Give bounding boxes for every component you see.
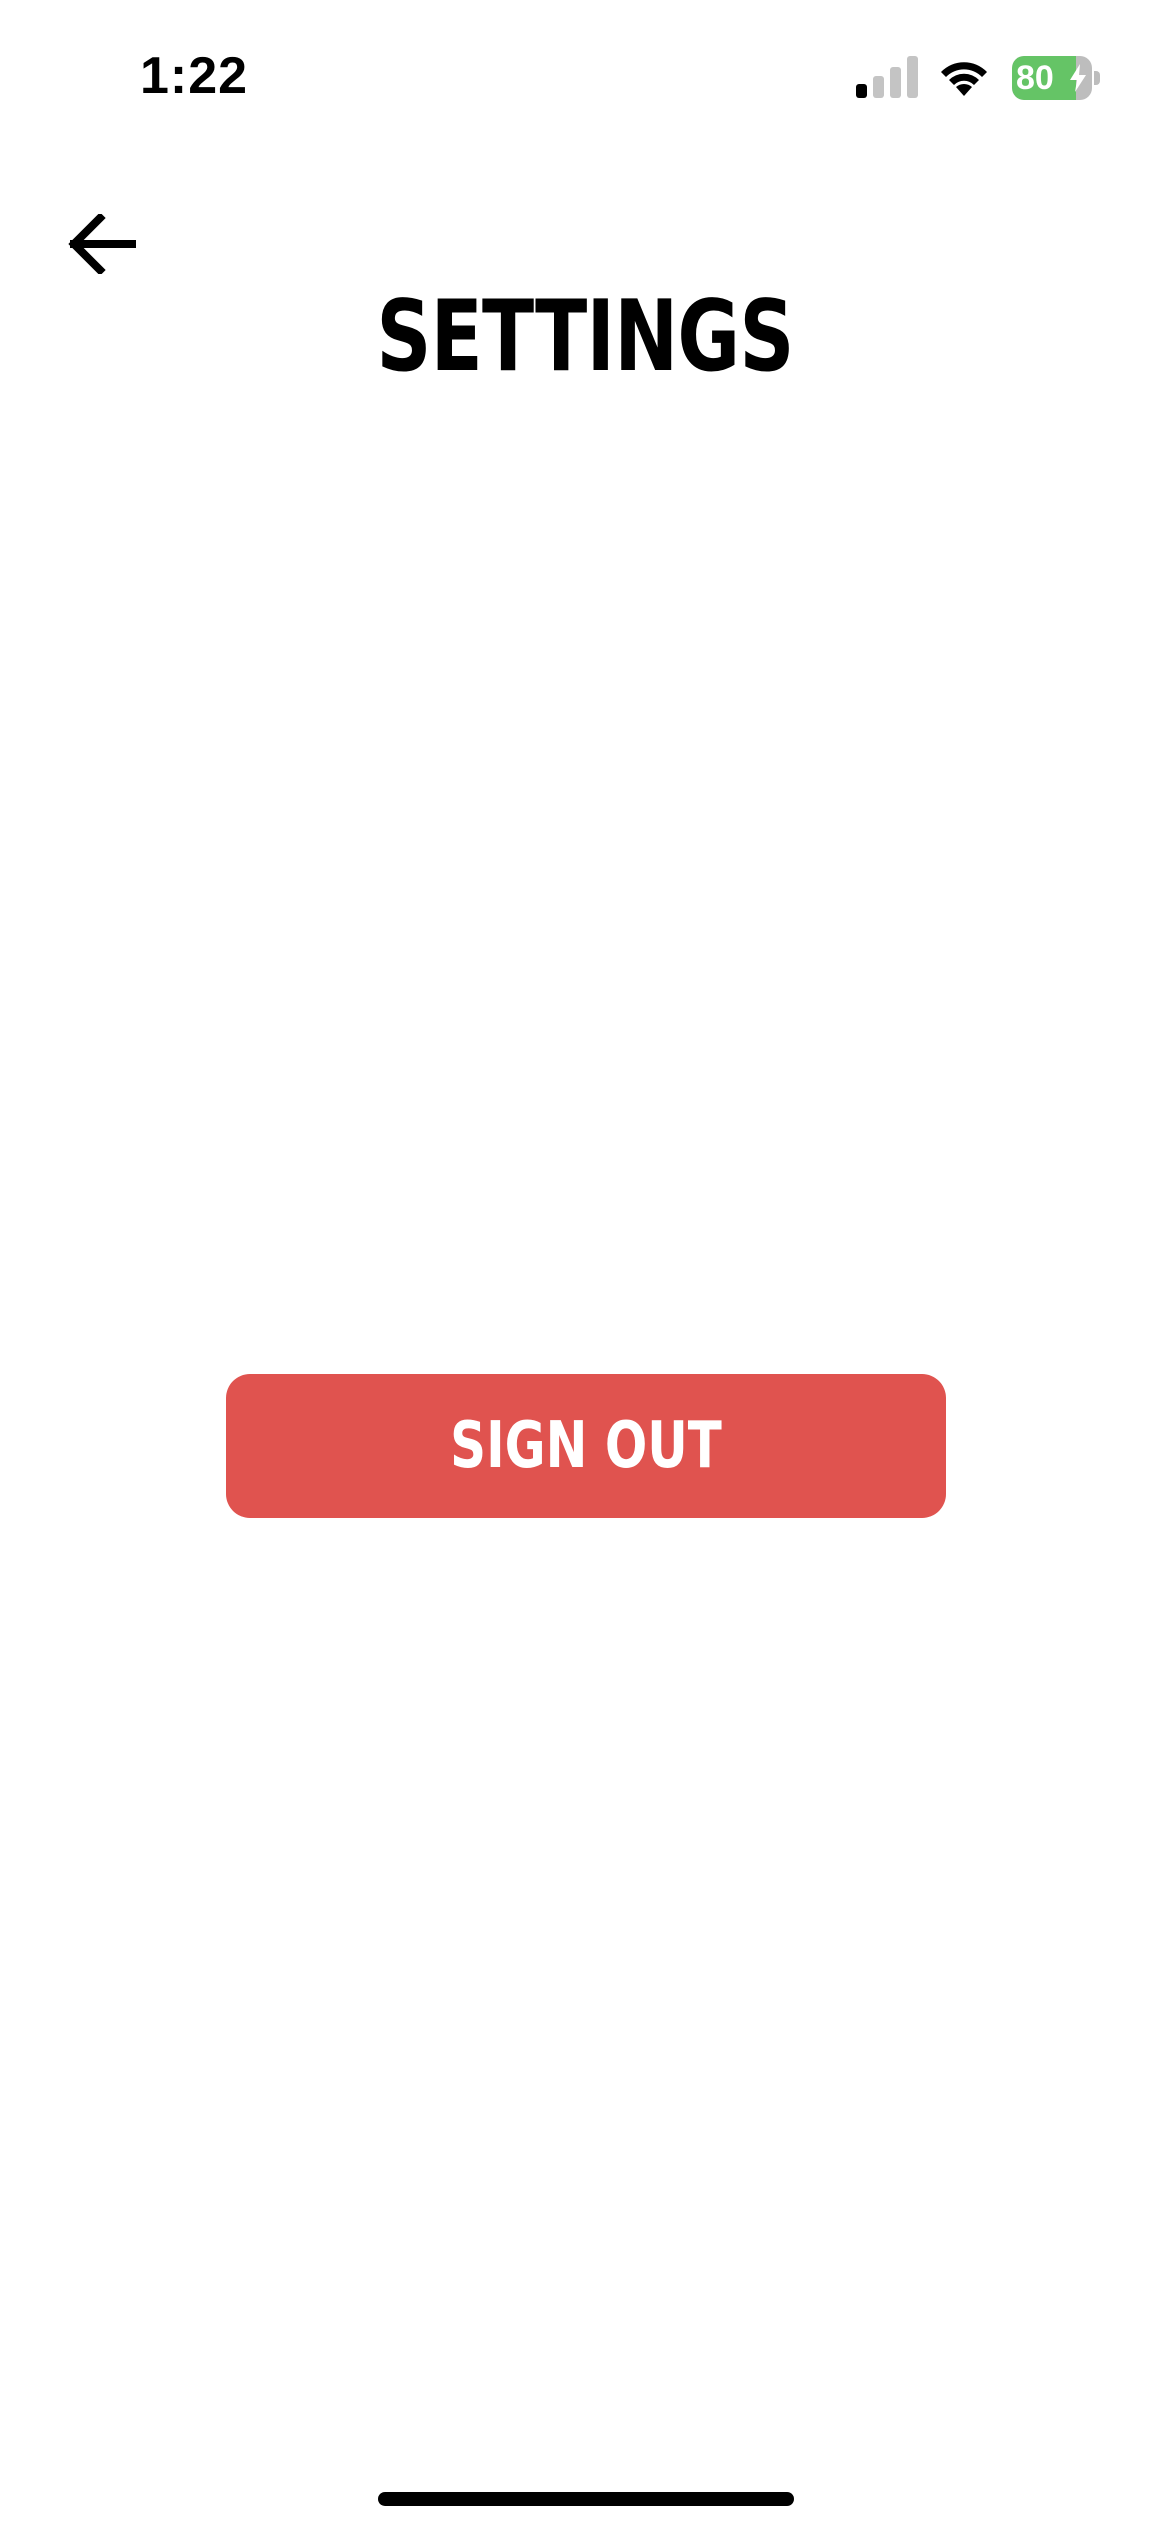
signal-bar-4 (907, 56, 918, 98)
arrow-left-icon (68, 214, 136, 274)
status-time: 1:22 (140, 47, 249, 105)
status-bar: 1:22 80 (0, 0, 1170, 150)
settings-screen: 1:22 80 SETTINGS SIGN OUT (0, 0, 1170, 2532)
charging-bolt-icon (1070, 64, 1086, 92)
signal-bar-1 (856, 84, 867, 98)
sign-out-button[interactable]: SIGN OUT (226, 1374, 946, 1518)
battery-percent: 80 (1016, 59, 1054, 97)
sign-out-label: SIGN OUT (450, 1409, 722, 1483)
page-title: SETTINGS (376, 280, 794, 394)
back-button[interactable] (56, 196, 152, 292)
signal-bar-2 (873, 76, 884, 98)
battery-body: 80 (1012, 56, 1092, 100)
wifi-icon (941, 62, 987, 96)
battery-tip (1094, 71, 1100, 85)
cell-signal-icon (856, 56, 918, 98)
home-indicator[interactable] (378, 2492, 794, 2506)
battery-icon: 80 (1012, 56, 1100, 100)
signal-bar-3 (890, 67, 901, 98)
